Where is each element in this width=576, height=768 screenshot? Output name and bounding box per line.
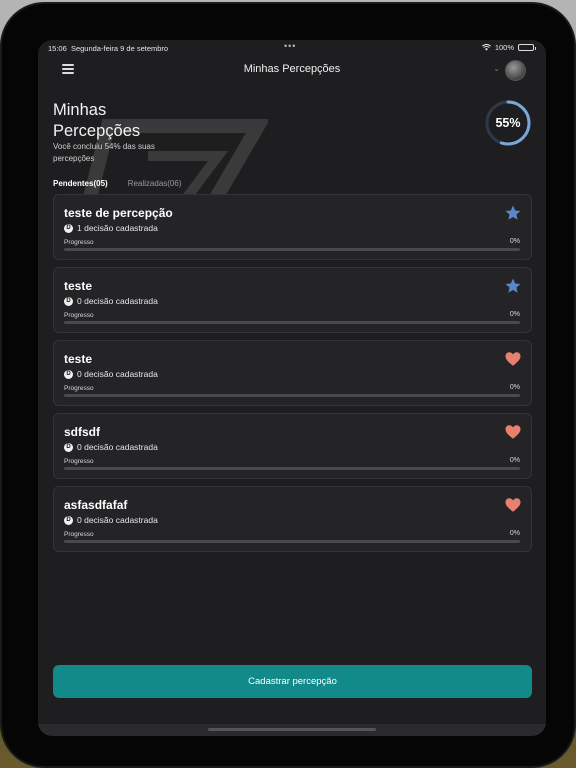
page-title-line1: Minhas [53, 101, 107, 119]
decision-count: D 1 decisão cadastrada [64, 223, 158, 233]
progress-label: Progresso [64, 458, 94, 465]
progress-bar [64, 540, 520, 543]
decision-count-text: 0 decisão cadastrada [77, 296, 158, 306]
decision-badge-icon: D [64, 369, 73, 379]
star-icon[interactable] [504, 204, 522, 222]
battery-icon [518, 44, 536, 51]
battery-percent: 100% [494, 43, 514, 52]
decision-badge-icon: D [64, 515, 73, 525]
decision-count-text: 0 decisão cadastrada [77, 369, 158, 379]
decision-count-text: 1 decisão cadastrada [77, 223, 158, 233]
decision-count: D 0 decisão cadastrada [64, 296, 158, 306]
decision-badge-icon: D [64, 296, 73, 306]
register-perception-button[interactable]: Cadastrar percepção [53, 665, 532, 698]
perception-list: teste de percepção D 1 decisão cadastrada P… [53, 194, 532, 559]
decision-count: D 0 decisão cadastrada [64, 515, 158, 525]
decision-badge-icon: D [64, 223, 73, 233]
progress-value: 0% [509, 384, 520, 391]
status-time-date: 15:06 Segunda-feira 9 de setembro [48, 44, 168, 53]
progress-bar [64, 467, 520, 470]
perception-title: asfasdfafaf [64, 498, 128, 512]
header-title: Minhas Percepções [243, 63, 341, 75]
perception-title: teste [64, 279, 93, 293]
decision-count-text: 0 decisão cadastrada [77, 442, 158, 452]
completion-text: Você concluiu 54% das suas percepções [53, 142, 155, 163]
heart-icon[interactable] [504, 350, 522, 368]
progress-bar [64, 394, 520, 397]
wifi-icon [481, 44, 491, 51]
app-screen: 15:06 Segunda-feira 9 de setembro ••• 10… [38, 40, 546, 736]
star-icon[interactable] [504, 277, 522, 295]
progress-bar [64, 321, 520, 324]
page-title: Minhas Percepções [53, 100, 140, 142]
decision-count-text: 0 decisão cadastrada [77, 515, 158, 525]
perception-title: teste [64, 352, 93, 366]
decision-count: D 0 decisão cadastrada [64, 442, 158, 452]
perception-card[interactable]: teste D 0 decisão cadastrada Progresso 0% [53, 267, 532, 333]
home-indicator[interactable] [208, 728, 376, 731]
tab-pending[interactable]: Pendentes(05) [53, 179, 108, 188]
heart-icon[interactable] [504, 423, 522, 441]
progress-label: Progresso [64, 531, 94, 538]
progress-value: 0% [509, 530, 520, 537]
progress-value: 0% [509, 457, 520, 464]
perception-title: sdfsdf [64, 425, 100, 439]
progress-label: Progresso [64, 385, 94, 392]
status-right: 100% [481, 43, 536, 52]
tab-bar: Pendentes(05) Realizadas(06) [53, 179, 182, 188]
tab-completed[interactable]: Realizadas(06) [128, 179, 182, 188]
multitask-dots-icon[interactable]: ••• [284, 41, 296, 51]
status-bar: 15:06 Segunda-feira 9 de setembro ••• 10… [38, 40, 546, 56]
progress-percent: 55% [495, 116, 521, 130]
perception-title: teste de percepção [64, 206, 173, 220]
status-time: 15:06 [48, 44, 67, 53]
tablet-frame: 15:06 Segunda-feira 9 de setembro ••• 10… [0, 2, 576, 768]
progress-value: 0% [509, 238, 520, 245]
page-title-line2: Percepções [53, 122, 141, 140]
avatar[interactable] [505, 60, 526, 81]
progress-ring: 55% [484, 99, 532, 147]
progress-label: Progresso [64, 239, 94, 246]
perception-card[interactable]: teste D 0 decisão cadastrada Progresso 0% [53, 340, 532, 406]
progress-value: 0% [509, 311, 520, 318]
top-bar: Minhas Percepções ⌄ [38, 58, 546, 82]
status-date: Segunda-feira 9 de setembro [70, 44, 169, 53]
decision-count: D 0 decisão cadastrada [64, 369, 158, 379]
perception-card[interactable]: teste de percepção D 1 decisão cadastrada P… [53, 194, 532, 260]
chevron-down-icon[interactable]: ⌄ [493, 64, 500, 73]
decision-badge-icon: D [64, 442, 73, 452]
progress-bar [64, 248, 520, 251]
perception-card[interactable]: asfasdfafaf D 0 decisão cadastrada Progress… [53, 486, 532, 552]
progress-label: Progresso [64, 312, 94, 319]
perception-card[interactable]: sdfsdf D 0 decisão cadastrada Progresso 0% [53, 413, 532, 479]
heart-icon[interactable] [504, 496, 522, 514]
